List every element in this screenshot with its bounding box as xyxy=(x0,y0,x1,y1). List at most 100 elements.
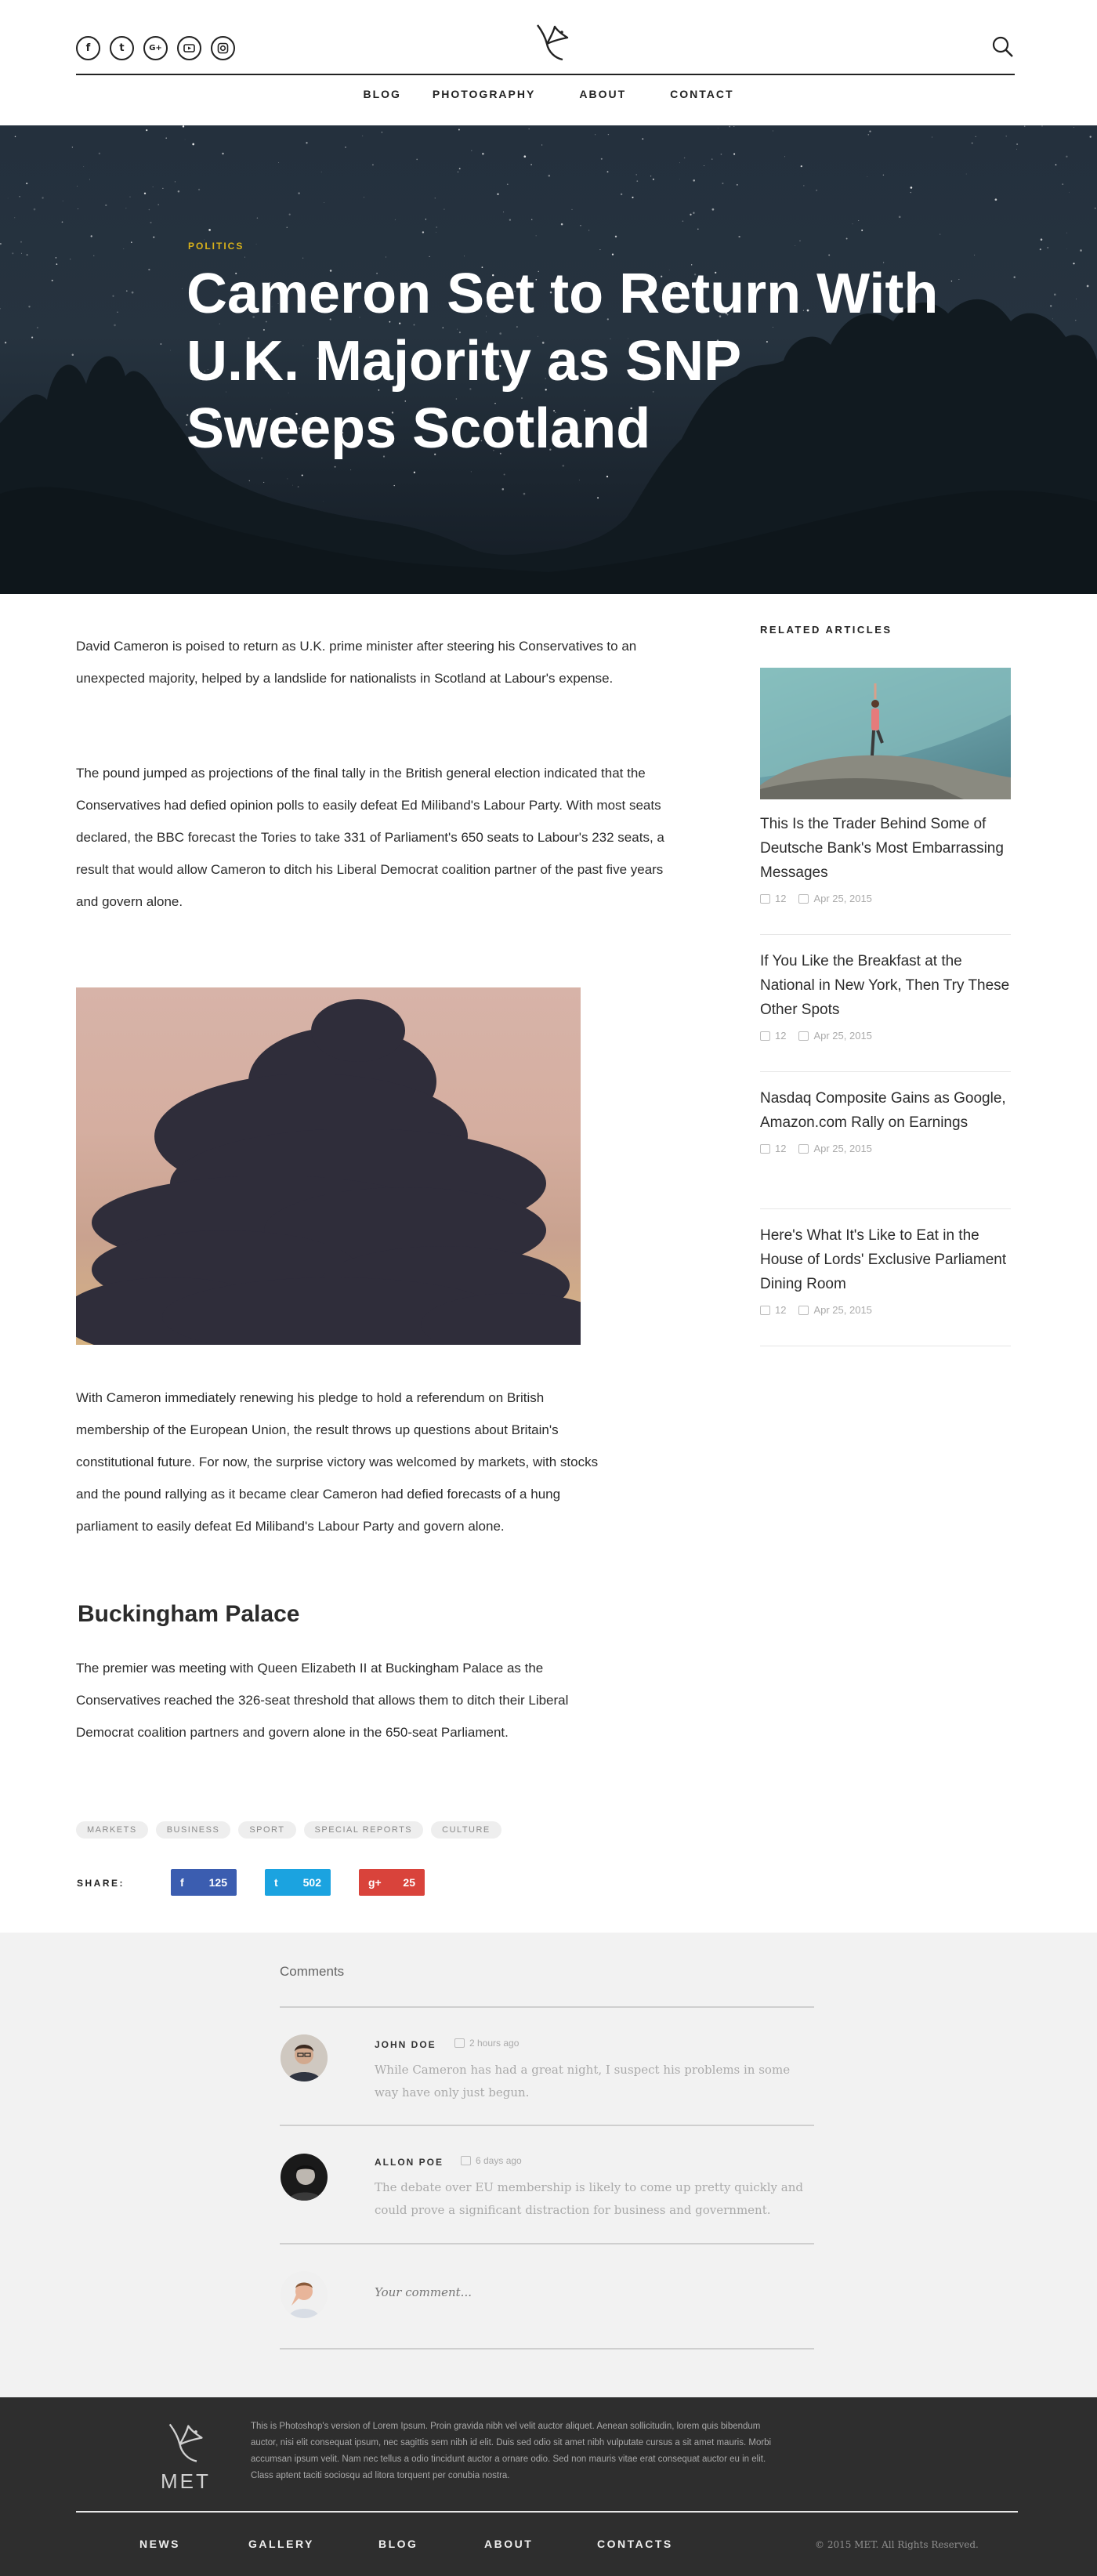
search-icon[interactable] xyxy=(991,35,1015,59)
article-date: Apr 25, 2015 xyxy=(813,1143,872,1154)
related-article-title[interactable]: If You Like the Breakfast at the Nationa… xyxy=(760,949,1011,1022)
star xyxy=(42,197,44,199)
yoga-cliff-image[interactable] xyxy=(760,668,1011,799)
star xyxy=(679,162,680,164)
instagram-icon[interactable] xyxy=(211,36,235,60)
star xyxy=(7,197,9,199)
star xyxy=(571,208,573,210)
star xyxy=(61,221,63,223)
star xyxy=(208,229,211,231)
divider xyxy=(760,1071,1011,1072)
related-article-title[interactable]: Nasdaq Composite Gains as Google, Amazon… xyxy=(760,1086,1011,1135)
star xyxy=(286,226,288,228)
star xyxy=(693,212,695,214)
star xyxy=(845,237,848,240)
related-article[interactable]: If You Like the Breakfast at the Nationa… xyxy=(760,949,1011,1042)
star xyxy=(160,343,162,345)
nav-photography[interactable]: PHOTOGRAPHY xyxy=(433,88,535,100)
bird-logo-icon[interactable] xyxy=(161,2419,209,2466)
star xyxy=(722,182,724,185)
comment-icon xyxy=(760,1305,770,1315)
star xyxy=(298,192,300,194)
related-article-title[interactable]: Here's What It's Like to Eat in the Hous… xyxy=(760,1223,1011,1296)
main-nav: BLOG PHOTOGRAPHY ABOUT CONTACT xyxy=(0,88,1097,100)
star xyxy=(117,311,118,313)
star xyxy=(157,204,160,205)
star xyxy=(1016,148,1017,150)
tag-sport[interactable]: SPORT xyxy=(238,1821,296,1839)
footer-nav-gallery[interactable]: GALLERY xyxy=(248,2538,314,2550)
comment-author[interactable]: ALLON POE xyxy=(375,2157,444,2168)
nav-blog[interactable]: BLOG xyxy=(363,88,400,100)
star xyxy=(620,193,623,196)
star xyxy=(33,208,36,211)
star xyxy=(803,185,805,187)
footer-divider xyxy=(76,2511,1018,2513)
star xyxy=(90,235,92,237)
hero-category[interactable]: POLITICS xyxy=(188,241,244,252)
star xyxy=(470,471,472,473)
facebook-share-button[interactable]: f 125 xyxy=(171,1869,237,1896)
article-paragraph: With Cameron immediately renewing his pl… xyxy=(76,1390,599,1534)
related-article[interactable]: Nasdaq Composite Gains as Google, Amazon… xyxy=(760,1086,1011,1154)
nav-about[interactable]: ABOUT xyxy=(579,88,626,100)
star xyxy=(541,144,543,146)
tag-markets[interactable]: MARKETS xyxy=(76,1821,148,1839)
star xyxy=(256,217,259,219)
avatar[interactable] xyxy=(281,2154,328,2201)
related-article[interactable]: This Is the Trader Behind Some of Deutsc… xyxy=(760,812,1011,904)
tag-special-reports[interactable]: SPECIAL REPORTS xyxy=(303,1821,424,1839)
facebook-icon: f xyxy=(180,1876,184,1889)
related-article-title[interactable]: This Is the Trader Behind Some of Deutsc… xyxy=(760,812,1011,885)
star xyxy=(12,252,14,255)
star xyxy=(416,158,418,161)
star xyxy=(165,137,168,139)
star xyxy=(93,255,95,256)
footer-nav-about[interactable]: ABOUT xyxy=(484,2538,533,2550)
youtube-icon[interactable] xyxy=(177,36,201,60)
divider xyxy=(280,2243,814,2244)
tag-business[interactable]: BUSINESS xyxy=(155,1821,231,1839)
star xyxy=(292,484,293,486)
footer-nav-news[interactable]: NEWS xyxy=(139,2538,180,2550)
comment-text: While Cameron has had a great night, I s… xyxy=(375,2063,791,2100)
star xyxy=(523,492,526,495)
star xyxy=(20,241,22,243)
bird-logo-icon[interactable] xyxy=(531,20,572,64)
star xyxy=(334,466,336,468)
comment-icon xyxy=(760,893,770,904)
star xyxy=(1050,305,1052,307)
comment-input[interactable] xyxy=(375,2285,813,2299)
footer-nav-contacts[interactable]: CONTACTS xyxy=(597,2538,673,2550)
star xyxy=(322,500,324,502)
star xyxy=(263,481,265,483)
star xyxy=(26,183,28,185)
star xyxy=(170,350,172,351)
star xyxy=(150,221,152,224)
nav-contact[interactable]: CONTACT xyxy=(670,88,733,100)
avatar[interactable] xyxy=(281,2034,328,2081)
related-article[interactable]: Here's What It's Like to Eat in the Hous… xyxy=(760,1223,1011,1316)
star xyxy=(733,153,736,155)
google-plus-icon[interactable]: G+ xyxy=(143,36,168,60)
google-plus-share-button[interactable]: g+ 25 xyxy=(359,1869,425,1896)
twitter-icon[interactable]: t xyxy=(110,36,134,60)
tag-culture[interactable]: CULTURE xyxy=(431,1821,501,1839)
star xyxy=(614,235,617,237)
star xyxy=(910,187,913,189)
comment-time: 2 hours ago xyxy=(454,2038,519,2049)
star xyxy=(800,165,802,168)
star xyxy=(738,235,740,238)
article-date: Apr 25, 2015 xyxy=(813,1030,872,1042)
star xyxy=(580,224,581,226)
twitter-share-button[interactable]: t 502 xyxy=(265,1869,331,1896)
comment-count: 12 xyxy=(775,1304,787,1316)
article-meta: 12 Apr 25, 2015 xyxy=(760,893,1011,904)
footer-nav-blog[interactable]: BLOG xyxy=(378,2538,418,2550)
article-date: Apr 25, 2015 xyxy=(813,1304,872,1316)
star xyxy=(1062,183,1064,186)
comment-author[interactable]: JOHN DOE xyxy=(375,2039,436,2050)
star xyxy=(1073,263,1075,265)
facebook-icon[interactable]: f xyxy=(76,36,100,60)
star xyxy=(458,129,460,131)
